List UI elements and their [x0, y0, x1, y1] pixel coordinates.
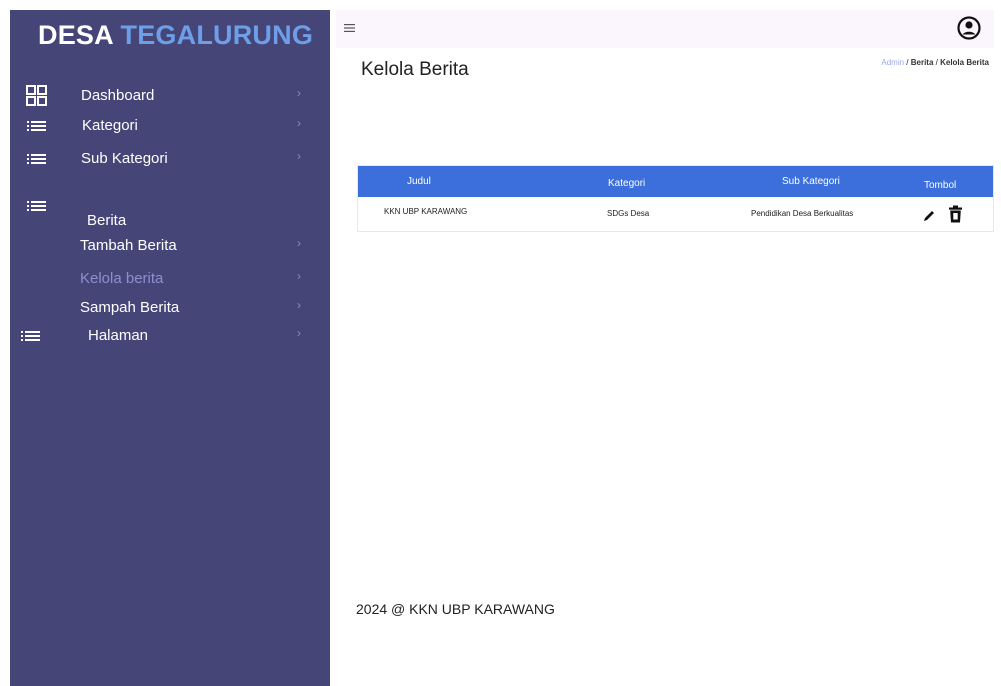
sidebar-item-dashboard[interactable]: Dashboard ›	[10, 83, 330, 109]
table-header: Judul Kategori Sub Kategori Tombol	[358, 166, 993, 197]
page-title: Kelola Berita	[361, 59, 469, 80]
list-icon	[21, 331, 40, 341]
chevron-right-icon: ›	[297, 86, 301, 100]
sidebar-item-berita[interactable]: Berita	[10, 195, 330, 235]
breadcrumb-link-admin[interactable]: Admin	[881, 58, 904, 67]
column-header-tombol: Tombol	[924, 180, 957, 191]
breadcrumb: Admin / Berita / Kelola Berita	[881, 58, 989, 67]
chevron-right-icon: ›	[297, 326, 301, 340]
breadcrumb-item-berita[interactable]: Berita	[911, 58, 934, 67]
breadcrumb-separator: /	[904, 58, 911, 67]
sidebar-item-halaman[interactable]: Halaman ›	[10, 323, 330, 349]
list-icon	[27, 154, 46, 164]
table-row: KKN UBP KARAWANG SDGs Desa Pendidikan De…	[358, 197, 993, 230]
trash-icon[interactable]	[948, 205, 963, 223]
brand-logo[interactable]: DESA TEGALURUNG	[38, 20, 313, 51]
column-header-kategori: Kategori	[608, 178, 646, 189]
sidebar-item-sampah-berita[interactable]: Sampah Berita ›	[10, 295, 330, 321]
grid-icon	[26, 85, 47, 106]
top-bar	[336, 10, 994, 48]
sidebar-item-sub-kategori[interactable]: Sub Kategori ›	[10, 146, 330, 172]
cell-kategori: SDGs Desa	[607, 209, 650, 218]
hamburger-icon[interactable]	[344, 22, 356, 34]
breadcrumb-current: Kelola Berita	[940, 58, 989, 67]
news-table: Judul Kategori Sub Kategori Tombol KKN U…	[357, 165, 994, 232]
chevron-right-icon: ›	[297, 149, 301, 163]
edit-icon[interactable]	[923, 209, 936, 222]
sidebar-item-label: Kelola berita	[80, 270, 164, 287]
sidebar-item-label: Tambah Berita	[80, 237, 177, 254]
list-icon	[27, 201, 46, 211]
sidebar-item-label: Berita	[87, 212, 127, 229]
brand-part1: DESA	[38, 20, 113, 50]
chevron-right-icon: ›	[297, 269, 301, 283]
account-circle-icon[interactable]	[956, 15, 982, 41]
sidebar-item-label: Sub Kategori	[81, 150, 168, 167]
brand-part2: TEGALURUNG	[120, 20, 314, 50]
sidebar-item-kelola-berita[interactable]: Kelola berita ›	[10, 266, 330, 292]
sidebar-item-tambah-berita[interactable]: Tambah Berita ›	[10, 233, 330, 259]
column-header-judul: Judul	[407, 176, 431, 187]
list-icon	[27, 121, 46, 131]
sidebar-item-label: Halaman	[88, 327, 149, 344]
chevron-right-icon: ›	[297, 298, 301, 312]
footer-text: 2024 @ KKN UBP KARAWANG	[356, 601, 555, 617]
column-header-sub-kategori: Sub Kategori	[782, 176, 840, 187]
sidebar-item-label: Sampah Berita	[80, 299, 180, 316]
sidebar-item-label: Dashboard	[81, 87, 155, 104]
chevron-right-icon: ›	[297, 236, 301, 250]
chevron-right-icon: ›	[297, 116, 301, 130]
sidebar-item-label: Kategori	[82, 117, 138, 134]
cell-sub-kategori: Pendidikan Desa Berkualitas	[751, 209, 854, 218]
cell-judul: KKN UBP KARAWANG	[384, 207, 468, 216]
sidebar-item-kategori[interactable]: Kategori ›	[10, 113, 330, 139]
sidebar: DESA TEGALURUNG Dashboard › Kategori › S…	[10, 10, 330, 686]
